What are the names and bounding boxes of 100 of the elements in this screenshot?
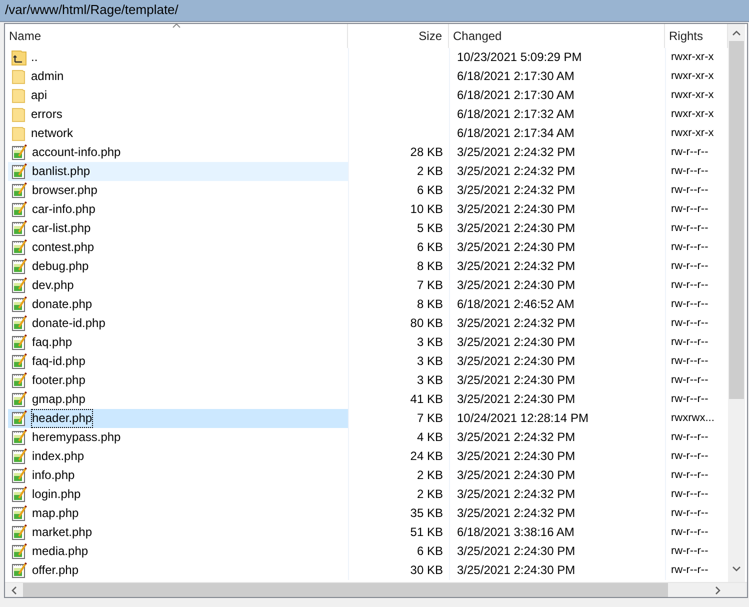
file-row-name[interactable]: admin — [8, 67, 348, 86]
file-size: 2 KB — [416, 164, 443, 178]
modified-date: 3/25/2021 2:24:32 PM — [457, 183, 576, 197]
modified-date: 6/18/2021 2:17:34 AM — [457, 126, 574, 140]
modified-date: 3/25/2021 2:24:32 PM — [457, 430, 576, 444]
file-row-name[interactable]: index.php — [8, 447, 348, 466]
file-icon — [11, 467, 28, 484]
permissions: rwxrwx... — [671, 412, 714, 424]
file-row-name[interactable]: api — [8, 86, 348, 105]
permissions: rwxr-xr-x — [671, 89, 714, 101]
file-icon — [11, 410, 28, 427]
modified-date: 6/18/2021 2:17:30 AM — [457, 69, 574, 83]
modified-date: 6/18/2021 2:46:52 AM — [457, 297, 574, 311]
permissions: rw-r--r-- — [671, 260, 708, 272]
permissions: rw-r--r-- — [671, 469, 708, 481]
file-size: 41 KB — [410, 392, 443, 406]
file-size: 51 KB — [410, 525, 443, 539]
file-row-name[interactable]: gmap.php — [8, 390, 348, 409]
modified-date: 3/25/2021 2:24:30 PM — [457, 544, 576, 558]
permissions: rw-r--r-- — [671, 355, 708, 367]
file-icon — [11, 277, 28, 294]
modified-date: 3/25/2021 2:24:30 PM — [457, 278, 576, 292]
file-size: 5 KB — [416, 221, 443, 235]
permissions: rw-r--r-- — [671, 336, 708, 348]
folder-icon — [11, 126, 27, 142]
parent-folder-icon — [11, 50, 27, 66]
permissions: rwxr-xr-x — [671, 127, 714, 139]
file-size: 3 KB — [416, 335, 443, 349]
file-size: 3 KB — [416, 354, 443, 368]
file-size: 4 KB — [416, 430, 443, 444]
modified-date: 10/23/2021 5:09:29 PM — [457, 50, 582, 64]
file-row-name[interactable]: contest.php — [8, 238, 348, 257]
modified-date: 3/25/2021 2:24:32 PM — [457, 164, 576, 178]
file-row-name[interactable]: market.php — [8, 523, 348, 542]
file-row-name[interactable]: info.php — [8, 466, 348, 485]
scroll-down-icon[interactable] — [732, 566, 741, 572]
permissions: rw-r--r-- — [671, 545, 708, 557]
file-row-name[interactable]: faq.php — [8, 333, 348, 352]
file-size: 80 KB — [410, 316, 443, 330]
permissions: rw-r--r-- — [671, 374, 708, 386]
file-size: 30 KB — [410, 563, 443, 577]
scrollbar-thumb[interactable] — [23, 583, 668, 597]
modified-date: 3/25/2021 2:24:30 PM — [457, 563, 576, 577]
file-icon — [11, 163, 28, 180]
permissions: rw-r--r-- — [671, 222, 708, 234]
file-row-name[interactable]: heremypass.php — [8, 428, 348, 447]
file-icon — [11, 524, 28, 541]
file-icon — [11, 220, 28, 237]
file-row-name[interactable]: donate-id.php — [8, 314, 348, 333]
file-size: 6 KB — [416, 240, 443, 254]
file-icon — [11, 296, 28, 313]
file-size: 6 KB — [416, 544, 443, 558]
modified-date: 10/24/2021 12:28:14 PM — [457, 411, 588, 425]
column-header[interactable]: Size — [348, 24, 449, 48]
file-row-name[interactable]: car-list.php — [8, 219, 348, 238]
file-size: 24 KB — [410, 449, 443, 463]
modified-date: 6/18/2021 2:17:32 AM — [457, 107, 574, 121]
permissions: rw-r--r-- — [671, 450, 708, 462]
permissions: rw-r--r-- — [671, 279, 708, 291]
file-row-name[interactable]: media.php — [8, 542, 348, 561]
file-row-name[interactable]: debug.php — [8, 257, 348, 276]
permissions: rw-r--r-- — [671, 184, 708, 196]
file-row-name[interactable]: car-info.php — [8, 200, 348, 219]
file-icon — [11, 448, 28, 465]
column-header[interactable]: Changed — [449, 24, 665, 48]
file-row-name[interactable]: account-info.php — [8, 143, 348, 162]
file-row-name[interactable]: banlist.php — [8, 162, 348, 181]
file-row-name[interactable]: .. — [8, 48, 348, 67]
permissions: rw-r--r-- — [671, 298, 708, 310]
file-size: 2 KB — [416, 487, 443, 501]
scrollbar-thumb[interactable] — [729, 41, 744, 399]
permissions: rw-r--r-- — [671, 165, 708, 177]
file-size: 7 KB — [416, 411, 443, 425]
permissions: rw-r--r-- — [671, 393, 708, 405]
file-row-name[interactable]: browser.php — [8, 181, 348, 200]
modified-date: 3/25/2021 2:24:30 PM — [457, 392, 576, 406]
scroll-up-icon[interactable] — [732, 30, 741, 36]
file-row-name[interactable]: faq-id.php — [8, 352, 348, 371]
file-row-name[interactable]: errors — [8, 105, 348, 124]
file-row-name[interactable]: offer.php — [8, 561, 348, 580]
modified-date: 3/25/2021 2:24:32 PM — [457, 145, 576, 159]
file-row-name[interactable]: donate.php — [8, 295, 348, 314]
file-row-name[interactable]: login.php — [8, 485, 348, 504]
scroll-right-icon[interactable] — [715, 586, 721, 595]
file-size: 28 KB — [410, 145, 443, 159]
modified-date: 3/25/2021 2:24:30 PM — [457, 449, 576, 463]
file-size: 7 KB — [416, 278, 443, 292]
permissions: rw-r--r-- — [671, 317, 708, 329]
file-row-name[interactable]: footer.php — [8, 371, 348, 390]
file-row-name[interactable]: network — [8, 124, 348, 143]
permissions: rw-r--r-- — [671, 564, 708, 576]
permissions: rwxr-xr-x — [671, 70, 714, 82]
file-row-name[interactable]: header.php — [8, 409, 348, 428]
file-size: 8 KB — [416, 297, 443, 311]
modified-date: 3/25/2021 2:24:32 PM — [457, 259, 576, 273]
scroll-left-icon[interactable] — [11, 586, 17, 595]
modified-date: 3/25/2021 2:24:30 PM — [457, 335, 576, 349]
file-row-name[interactable]: map.php — [8, 504, 348, 523]
file-row-name[interactable]: dev.php — [8, 276, 348, 295]
column-header[interactable]: Name — [5, 24, 348, 48]
